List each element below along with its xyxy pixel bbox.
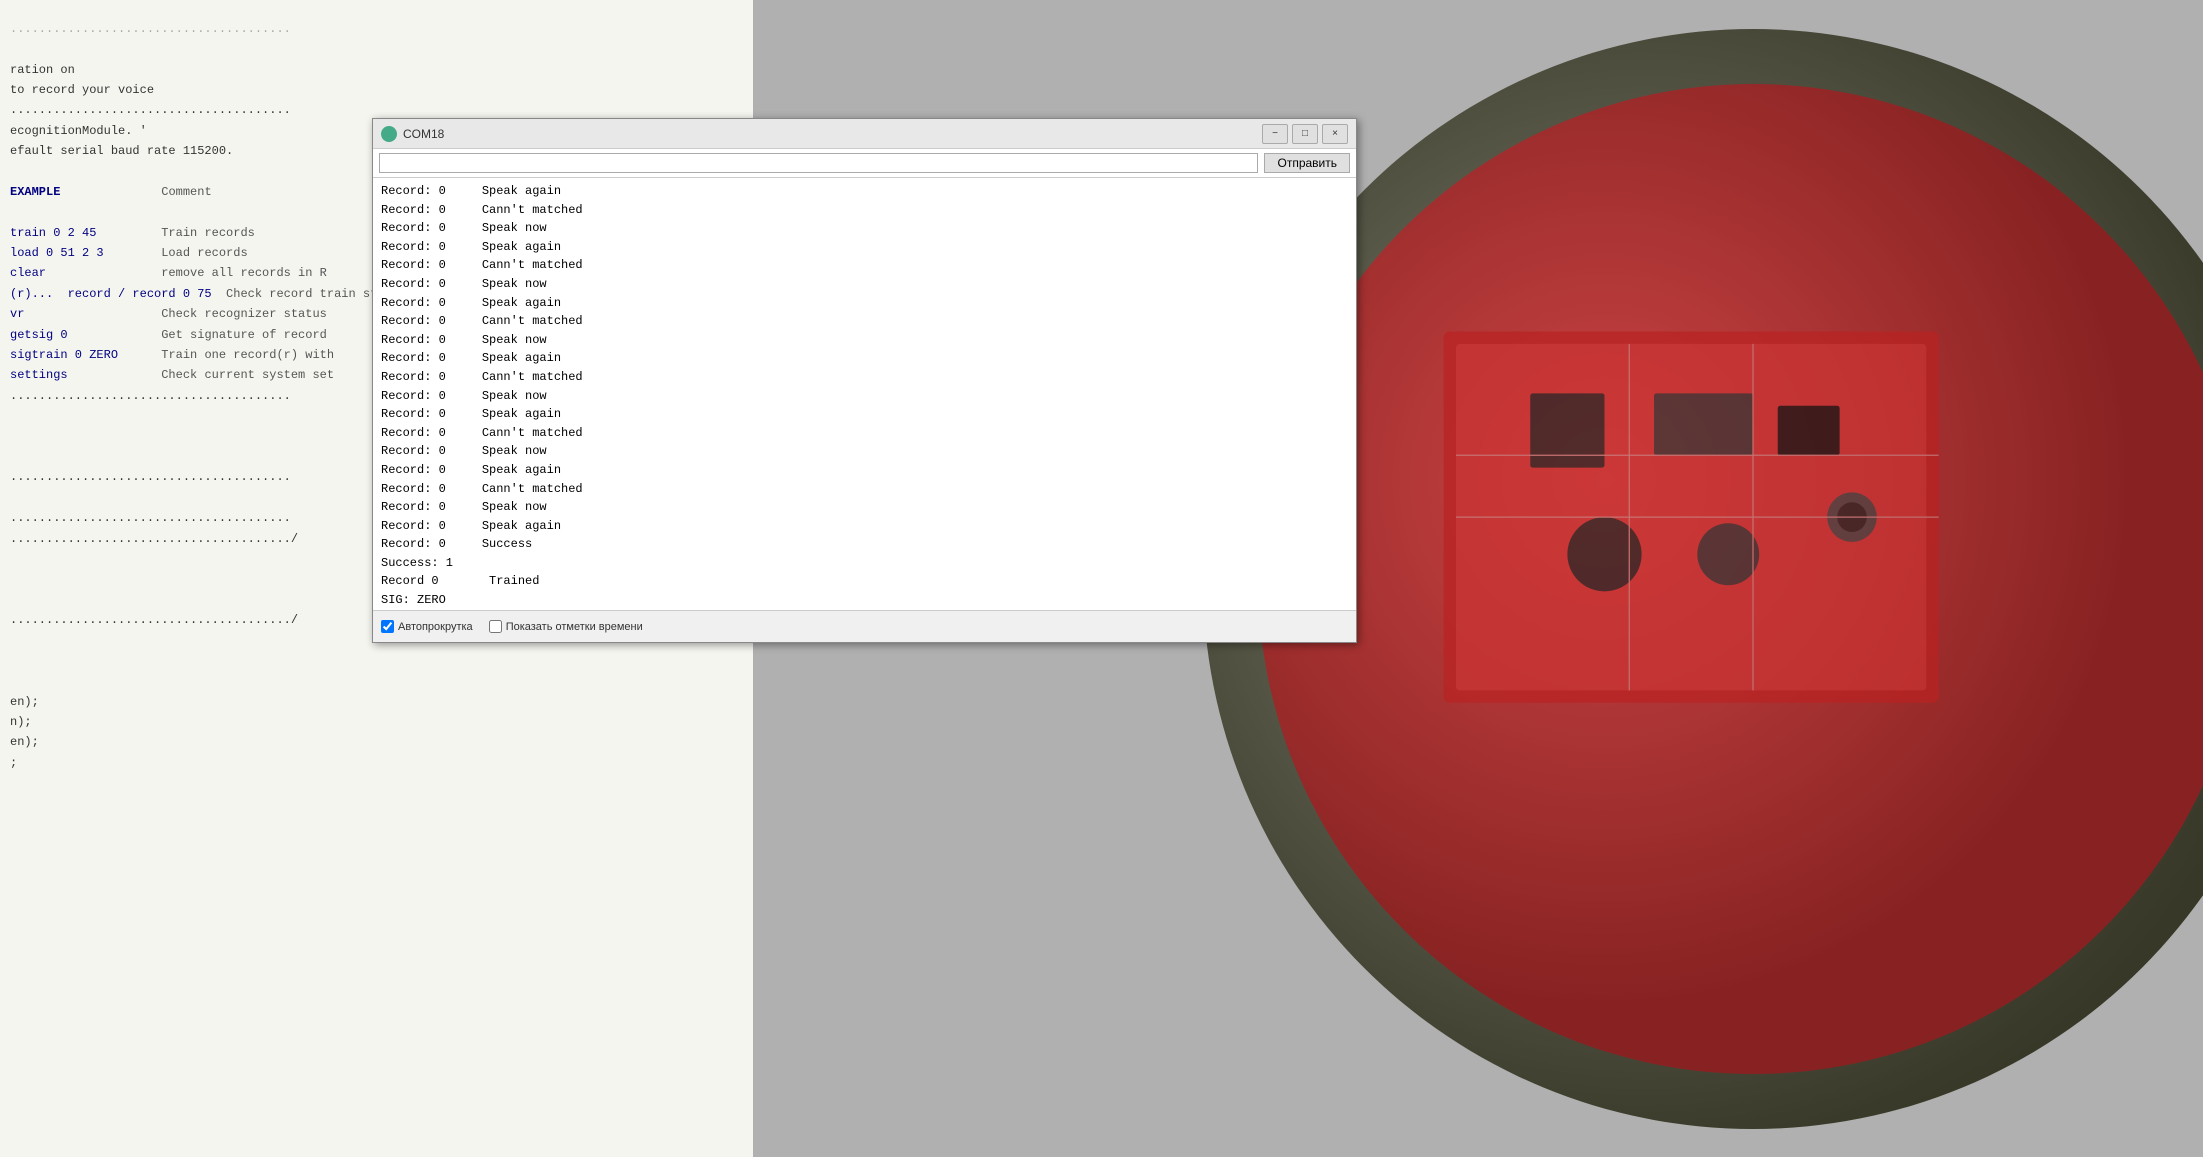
titlebar-icon (381, 126, 397, 142)
close-button[interactable]: × (1322, 124, 1348, 144)
output-line: Record: 0 Speak now (381, 442, 1348, 461)
output-line: Record: 0 Speak now (381, 331, 1348, 350)
output-line: Record: 0 Success (381, 535, 1348, 554)
autoscroll-label[interactable]: Автопрокрутка (381, 620, 473, 633)
output-line: Record: 0 Speak now (381, 387, 1348, 406)
output-line: Record: 0 Cann't matched (381, 201, 1348, 220)
titlebar: COM18 − □ × (373, 119, 1356, 149)
timestamp-label[interactable]: Показать отметки времени (489, 620, 643, 633)
output-line: Record: 0 Cann't matched (381, 480, 1348, 499)
output-line: Record: 0 Speak again (381, 349, 1348, 368)
output-line: Record 0 Trained (381, 572, 1348, 591)
serial-input[interactable] (379, 153, 1258, 173)
send-button[interactable]: Отправить (1264, 153, 1350, 173)
serial-output: Record: 0 Speak againRecord: 0 Cann't ma… (373, 178, 1356, 610)
maximize-button[interactable]: □ (1292, 124, 1318, 144)
com18-window: COM18 − □ × Отправить Record: 0 Speak ag… (372, 118, 1357, 643)
footer: Автопрокрутка Показать отметки времени (373, 610, 1356, 642)
output-line: Success: 1 (381, 554, 1348, 573)
titlebar-controls: − □ × (1262, 124, 1348, 144)
bg-dots: ....................................... (10, 20, 750, 39)
output-line: Record: 0 Speak again (381, 405, 1348, 424)
output-line: Record: 0 Speak again (381, 182, 1348, 201)
output-line: Record: 0 Speak now (381, 219, 1348, 238)
output-line: Record: 0 Speak again (381, 294, 1348, 313)
output-line: Record: 0 Speak again (381, 461, 1348, 480)
timestamp-checkbox[interactable] (489, 620, 502, 633)
autoscroll-checkbox[interactable] (381, 620, 394, 633)
output-line: Record: 0 Cann't matched (381, 256, 1348, 275)
titlebar-title: COM18 (403, 127, 444, 141)
output-line: Record: 0 Speak now (381, 275, 1348, 294)
circuit-board-inner (1258, 84, 2203, 1074)
minimize-button[interactable]: − (1262, 124, 1288, 144)
output-line: Record: 0 Speak again (381, 517, 1348, 536)
output-line: Record: 0 Speak now (381, 498, 1348, 517)
output-line: Record: 0 Cann't matched (381, 424, 1348, 443)
output-line: Record: 0 Cann't matched (381, 312, 1348, 331)
output-line: SIG: ZERO (381, 591, 1348, 610)
input-row: Отправить (373, 149, 1356, 178)
output-line: Record: 0 Cann't matched (381, 368, 1348, 387)
output-line: Record: 0 Speak again (381, 238, 1348, 257)
